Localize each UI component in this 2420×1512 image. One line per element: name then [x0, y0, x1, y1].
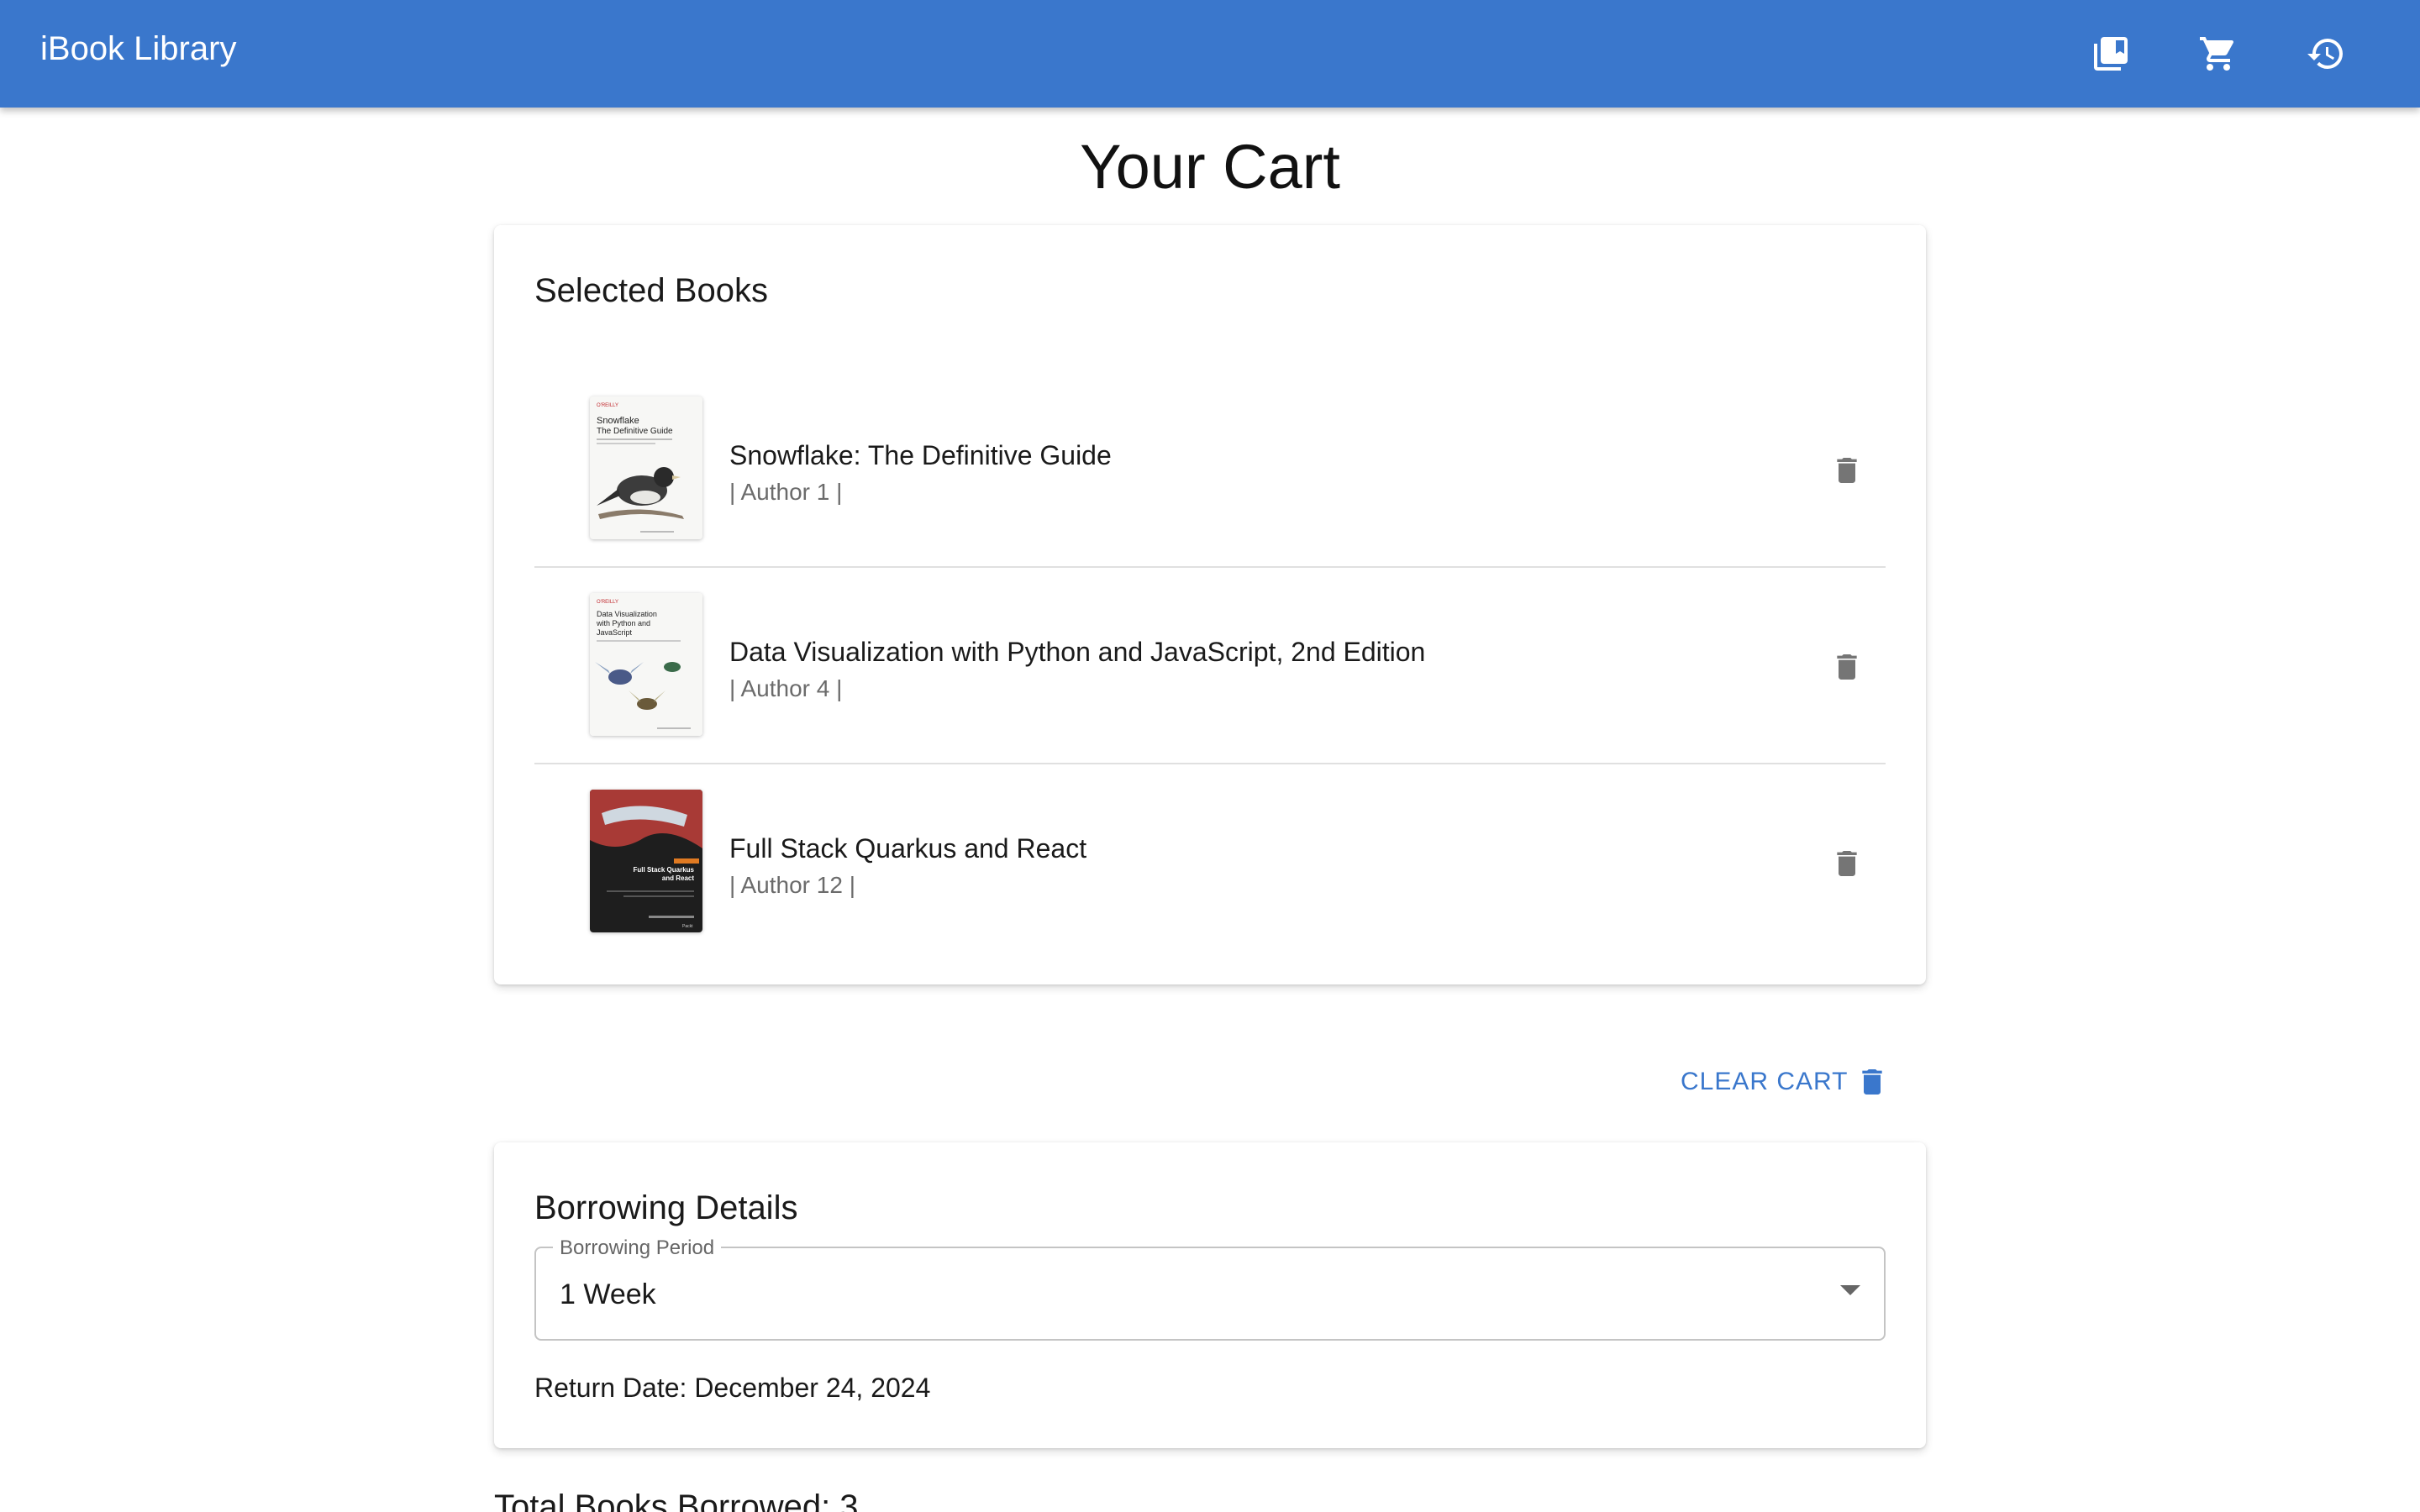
book-title[interactable]: Snowflake: The Definitive Guide — [729, 440, 1112, 471]
selected-books-heading: Selected Books — [534, 272, 768, 309]
book-cover: O'REILLY Snowflake The Definitive Guide — [590, 396, 702, 539]
book-author: | Author 4 | — [729, 675, 843, 701]
cart-item: O'REILLY Snowflake The Definitive Guide … — [534, 371, 1886, 568]
svg-text:JavaScript: JavaScript — [597, 628, 633, 637]
dropdown-arrow-icon — [1840, 1285, 1860, 1295]
svg-text:Full Stack Quarkus: Full Stack Quarkus — [634, 866, 695, 874]
delete-icon — [1837, 654, 1857, 680]
library-books-icon[interactable] — [2087, 30, 2134, 77]
svg-text:Snowflake: Snowflake — [597, 416, 639, 426]
selected-books-card: Selected Books O'REILLY Snowflake The De… — [494, 225, 1926, 984]
delete-item-button[interactable] — [1820, 640, 1874, 694]
total-books-borrowed: Total Books Borrowed: 3 — [494, 1488, 859, 1512]
svg-text:with Python and: with Python and — [596, 619, 650, 627]
delete-item-button[interactable] — [1820, 444, 1874, 497]
cart-item: Full Stack Quarkus and React Packt Full … — [534, 764, 1886, 961]
cart-item: O'REILLY Data Visualization with Python … — [534, 568, 1886, 764]
svg-text:Data Visualization: Data Visualization — [597, 610, 657, 618]
cover-publisher: Packt — [682, 924, 693, 929]
book-cover: O'REILLY Data Visualization with Python … — [590, 593, 702, 736]
borrowing-details-card: Borrowing Details Borrowing Period 1 Wee… — [494, 1142, 1926, 1448]
app-title[interactable]: iBook Library — [40, 30, 236, 68]
clear-cart-button[interactable]: CLEAR CART — [1681, 1060, 1889, 1104]
return-date: Return Date: December 24, 2024 — [534, 1373, 931, 1403]
delete-item-button[interactable] — [1820, 837, 1874, 890]
borrowing-details-heading: Borrowing Details — [534, 1189, 798, 1226]
svg-text:and React: and React — [662, 874, 695, 882]
book-title[interactable]: Full Stack Quarkus and React — [729, 833, 1086, 864]
cover-publisher: O'REILLY — [597, 403, 618, 408]
cover-publisher: O'REILLY — [597, 600, 618, 605]
clear-cart-label: CLEAR CART — [1681, 1068, 1849, 1095]
app-bar: iBook Library — [0, 0, 2420, 108]
borrowing-period-label: Borrowing Period — [553, 1236, 722, 1260]
page-title: Your Cart — [1080, 132, 1340, 202]
book-cover: Full Stack Quarkus and React Packt — [590, 790, 702, 932]
delete-icon — [1837, 458, 1857, 483]
svg-text:The Definitive Guide: The Definitive Guide — [597, 427, 673, 436]
book-author: | Author 12 | — [729, 872, 855, 898]
history-icon[interactable] — [2302, 30, 2349, 77]
shopping-cart-icon[interactable] — [2195, 30, 2242, 77]
book-author: | Author 1 | — [729, 479, 843, 505]
delete-icon — [1837, 851, 1857, 876]
book-title[interactable]: Data Visualization with Python and JavaS… — [729, 637, 1425, 668]
borrowing-period-value: 1 Week — [560, 1278, 656, 1310]
borrowing-period-select[interactable]: Borrowing Period 1 Week — [534, 1236, 1886, 1341]
delete-icon — [1861, 1069, 1882, 1095]
